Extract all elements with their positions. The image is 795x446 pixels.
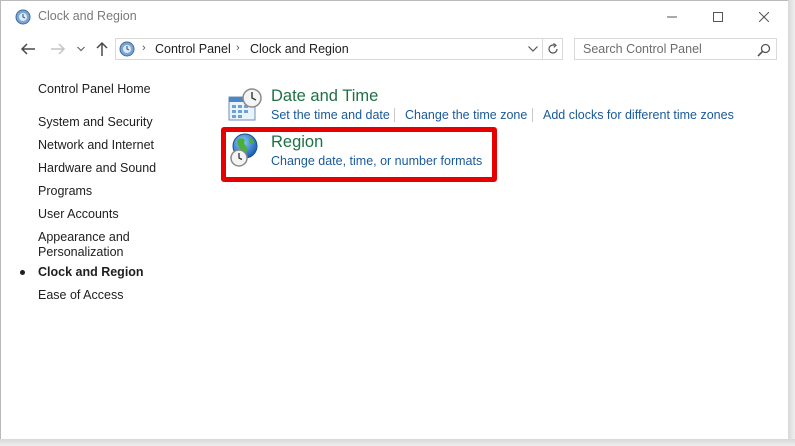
- sidebar-item-system-and-security[interactable]: System and Security: [38, 115, 153, 129]
- link-separator: [532, 108, 533, 122]
- maximize-button[interactable]: [695, 1, 741, 32]
- arrow-right-icon: [51, 43, 66, 55]
- set-time-and-date-link[interactable]: Set the time and date: [271, 108, 390, 122]
- sidebar-item-appearance-line2[interactable]: Personalization: [38, 245, 123, 259]
- control-panel-icon: [15, 9, 31, 25]
- current-item-bullet: [20, 270, 25, 275]
- back-button[interactable]: [18, 39, 38, 59]
- close-icon: [759, 11, 769, 22]
- sidebar-item-ease-of-access[interactable]: Ease of Access: [38, 288, 123, 302]
- window-shadow: [0, 439, 795, 446]
- search-input[interactable]: Search Control Panel: [574, 38, 777, 60]
- recent-locations-button[interactable]: [74, 39, 88, 59]
- address-bar[interactable]: › Control Panel › Clock and Region: [115, 38, 543, 60]
- date-and-time-title[interactable]: Date and Time: [271, 87, 378, 106]
- change-time-zone-link[interactable]: Change the time zone: [405, 108, 527, 122]
- link-separator: [394, 108, 395, 122]
- control-panel-window: Clock and Region › Control Panel › Clock…: [0, 0, 795, 446]
- window-shadow: [788, 0, 795, 446]
- calendar-clock-icon[interactable]: [227, 87, 263, 123]
- up-button[interactable]: [92, 39, 112, 59]
- sidebar-item-appearance-line1[interactable]: Appearance and: [38, 230, 130, 244]
- search-icon[interactable]: [757, 43, 771, 57]
- forward-button[interactable]: [48, 39, 68, 59]
- breadcrumb-control-panel[interactable]: Control Panel: [155, 42, 231, 56]
- arrow-up-icon: [96, 41, 108, 56]
- breadcrumb-separator[interactable]: ›: [236, 42, 240, 54]
- window-title: Clock and Region: [38, 9, 137, 23]
- sidebar-item-control-panel-home[interactable]: Control Panel Home: [38, 82, 151, 96]
- refresh-button[interactable]: [543, 38, 563, 60]
- maximize-icon: [713, 11, 723, 22]
- sidebar-item-network-and-internet[interactable]: Network and Internet: [38, 138, 154, 152]
- region-highlight-box: [221, 127, 497, 182]
- refresh-icon: [547, 43, 558, 54]
- address-dropdown-button[interactable]: [527, 43, 539, 55]
- sidebar-item-programs[interactable]: Programs: [38, 184, 92, 198]
- breadcrumb-separator[interactable]: ›: [142, 42, 146, 54]
- sidebar-item-clock-and-region[interactable]: Clock and Region: [38, 265, 144, 279]
- title-bar: Clock and Region: [1, 1, 789, 32]
- sidebar-item-hardware-and-sound[interactable]: Hardware and Sound: [38, 161, 156, 175]
- arrow-left-icon: [20, 43, 35, 55]
- control-panel-icon: [119, 41, 135, 57]
- close-button[interactable]: [741, 1, 787, 32]
- add-clocks-link[interactable]: Add clocks for different time zones: [543, 108, 734, 122]
- chevron-down-icon: [528, 46, 538, 52]
- minimize-icon: [667, 16, 677, 17]
- search-placeholder: Search Control Panel: [583, 42, 702, 56]
- minimize-button[interactable]: [649, 1, 695, 32]
- chevron-down-icon: [77, 46, 85, 52]
- sidebar-item-user-accounts[interactable]: User Accounts: [38, 207, 119, 221]
- breadcrumb-clock-and-region[interactable]: Clock and Region: [250, 42, 349, 56]
